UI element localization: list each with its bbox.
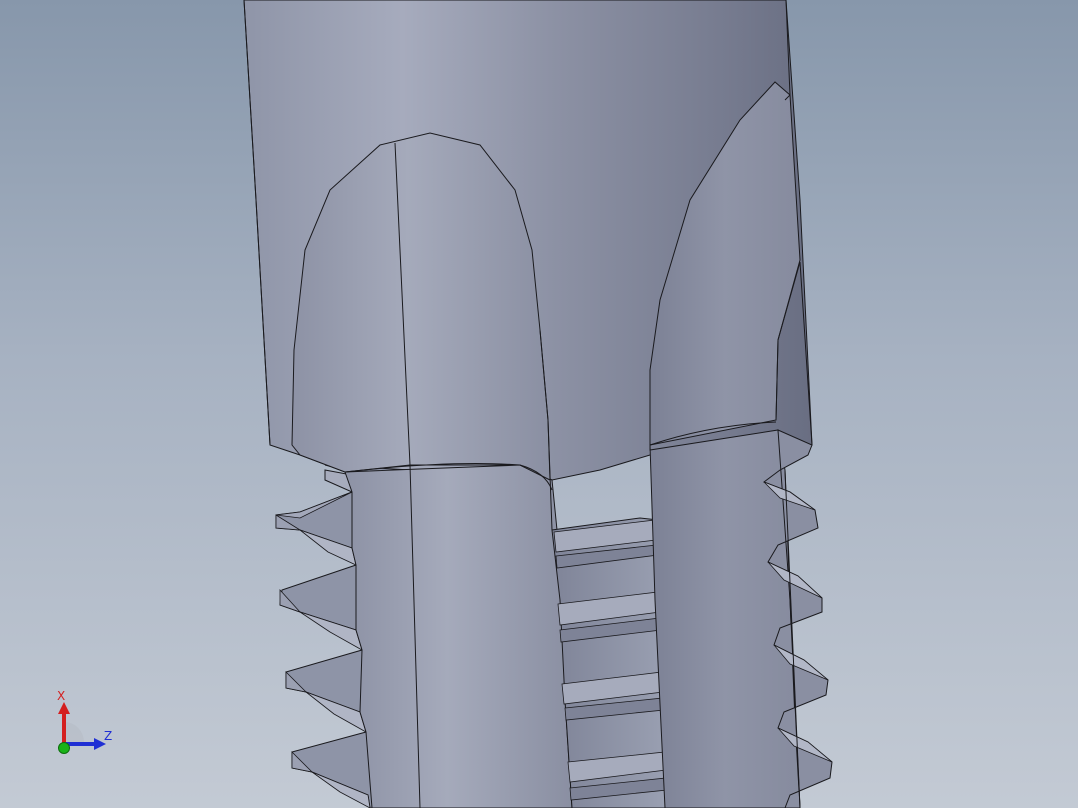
triad-x-label: X — [57, 689, 65, 703]
triad-y-axis-dot-icon[interactable] — [58, 742, 70, 754]
cad-graphics-viewport[interactable]: X Z — [0, 0, 1078, 808]
triad-z-label: Z — [104, 729, 112, 743]
view-orientation-triad[interactable]: X Z — [40, 680, 130, 760]
left-lobe-lower — [344, 464, 573, 808]
triad-x-arrow-icon — [58, 702, 70, 714]
cutting-flute-channel — [551, 517, 669, 808]
triad-xz-plane — [64, 722, 84, 742]
implant-3d-model[interactable] — [0, 0, 1078, 808]
